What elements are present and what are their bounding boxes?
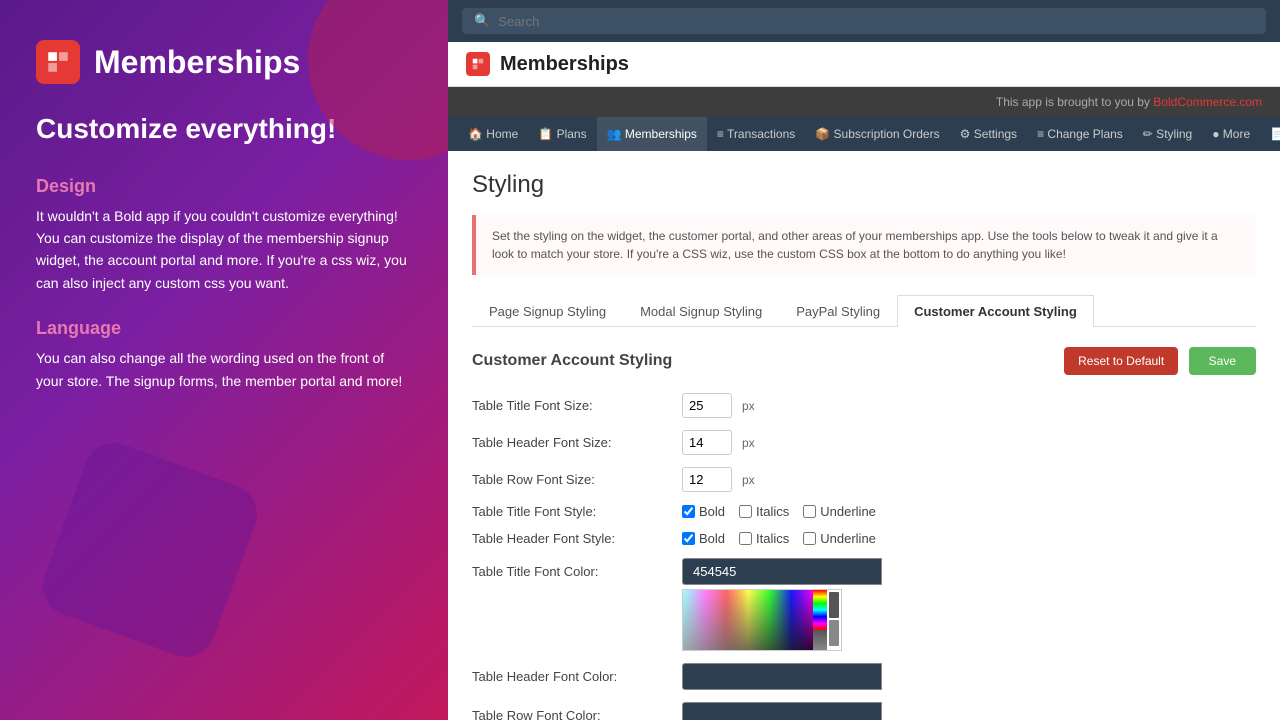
table-header-font-style-label: Table Header Font Style: <box>472 531 672 546</box>
language-section-body: You can also change all the wording used… <box>36 347 412 392</box>
nav-item-memberships[interactable]: 👥 Memberships <box>597 117 707 151</box>
table-title-font-color-row: Table Title Font Color: <box>472 558 1256 585</box>
section-name: Customer Account Styling <box>472 352 672 370</box>
swatch-dark[interactable] <box>829 592 839 618</box>
info-text: Set the styling on the widget, the custo… <box>492 229 1218 261</box>
color-hue-slider[interactable] <box>813 590 827 650</box>
header-italics-label[interactable]: Italics <box>739 531 789 546</box>
header-italics-checkbox[interactable] <box>739 532 752 545</box>
table-header-font-style-row: Table Header Font Style: Bold Italics Un… <box>472 531 1256 546</box>
nav-item-home[interactable]: 🏠 Home <box>458 117 528 151</box>
table-title-font-style-label: Table Title Font Style: <box>472 504 672 519</box>
table-title-font-size-row: Table Title Font Size: px <box>472 393 1256 418</box>
save-button[interactable]: Save <box>1189 347 1256 375</box>
title-underline-checkbox[interactable] <box>803 505 816 518</box>
title-underline-label[interactable]: Underline <box>803 504 876 519</box>
nav-item-plans[interactable]: 📋 Plans <box>528 117 596 151</box>
table-header-font-size-label: Table Header Font Size: <box>472 435 672 450</box>
table-title-font-style-group: Bold Italics Underline <box>682 504 876 519</box>
tab-paypal[interactable]: PayPal Styling <box>779 295 897 327</box>
table-title-font-size-label: Table Title Font Size: <box>472 398 672 413</box>
logo-row: Memberships <box>36 40 412 84</box>
table-row-font-color-row: Table Row Font Color: <box>472 702 1256 720</box>
row-color-text-input[interactable] <box>682 702 882 720</box>
table-header-font-size-input[interactable] <box>682 430 732 455</box>
bold-commerce-link[interactable]: BoldCommerce.com <box>1153 95 1262 109</box>
tabs: Page Signup Styling Modal Signup Styling… <box>472 295 1256 327</box>
app-header: Memberships <box>448 42 1280 87</box>
nav-item-more[interactable]: ● More <box>1202 117 1260 151</box>
title-italics-checkbox[interactable] <box>739 505 752 518</box>
nav-item-subscription-orders[interactable]: 📦 Subscription Orders <box>805 117 949 151</box>
swatch-mid[interactable] <box>829 620 839 646</box>
nav-item-styling[interactable]: ✏ Styling <box>1133 117 1202 151</box>
reset-button[interactable]: Reset to Default <box>1064 347 1178 375</box>
header-underline-checkbox[interactable] <box>803 532 816 545</box>
language-section-title: Language <box>36 318 412 339</box>
table-header-font-color-row: Table Header Font Color: <box>472 663 1256 690</box>
search-bar: 🔍 <box>448 0 1280 42</box>
row-color-input-wrap <box>682 702 882 720</box>
logo-icon <box>36 40 80 84</box>
color-swatches <box>827 590 841 650</box>
header-bold-label[interactable]: Bold <box>682 531 725 546</box>
tab-modal-signup[interactable]: Modal Signup Styling <box>623 295 779 327</box>
search-input-wrap: 🔍 <box>462 8 1266 34</box>
left-app-title: Memberships <box>94 44 300 81</box>
color-picker[interactable] <box>682 589 842 651</box>
nav-item-settings[interactable]: ⚙ Settings <box>950 117 1027 151</box>
table-title-font-size-input[interactable] <box>682 393 732 418</box>
tab-customer-account[interactable]: Customer Account Styling <box>897 295 1094 327</box>
tagline: Customize everything! <box>36 112 412 146</box>
design-section-body: It wouldn't a Bold app if you couldn't c… <box>36 205 412 295</box>
table-row-font-size-unit: px <box>742 473 755 487</box>
table-row-font-size-label: Table Row Font Size: <box>472 472 672 487</box>
header-color-text-input[interactable] <box>682 663 882 690</box>
nav-item-change-plans[interactable]: ≡ Change Plans <box>1027 117 1133 151</box>
header-bold-checkbox[interactable] <box>682 532 695 545</box>
title-italics-label[interactable]: Italics <box>739 504 789 519</box>
search-icon: 🔍 <box>474 13 490 29</box>
section-header: Customer Account Styling Reset to Defaul… <box>472 347 1256 375</box>
header-underline-label[interactable]: Underline <box>803 531 876 546</box>
table-row-font-color-label: Table Row Font Color: <box>472 708 672 720</box>
title-color-text-input[interactable] <box>682 558 882 585</box>
table-title-font-size-unit: px <box>742 399 755 413</box>
bold-banner: This app is brought to you by BoldCommer… <box>448 87 1280 117</box>
table-header-font-style-group: Bold Italics Underline <box>682 531 876 546</box>
table-row-font-size-row: Table Row Font Size: px <box>472 467 1256 492</box>
app-header-title: Memberships <box>500 53 629 76</box>
table-header-font-size-unit: px <box>742 436 755 450</box>
info-box: Set the styling on the widget, the custo… <box>472 215 1256 275</box>
color-gradient-area[interactable] <box>683 590 813 650</box>
action-buttons: Reset to Default Save <box>1064 347 1256 375</box>
table-header-font-color-label: Table Header Font Color: <box>472 669 672 684</box>
table-row-font-size-input[interactable] <box>682 467 732 492</box>
app-header-icon <box>466 52 490 76</box>
table-title-font-style-row: Table Title Font Style: Bold Italics Und… <box>472 504 1256 519</box>
left-panel: Memberships Customize everything! Design… <box>0 0 448 720</box>
page-title: Styling <box>472 171 1256 199</box>
nav-item-terms[interactable]: 📄 Terms And Conditions <box>1260 117 1280 151</box>
title-bold-label[interactable]: Bold <box>682 504 725 519</box>
table-title-font-color-label: Table Title Font Color: <box>472 564 672 579</box>
nav-bar: 🏠 Home 📋 Plans 👥 Memberships ≡ Transacti… <box>448 117 1280 151</box>
table-header-font-size-row: Table Header Font Size: px <box>472 430 1256 455</box>
header-color-input-wrap <box>682 663 882 690</box>
title-bold-checkbox[interactable] <box>682 505 695 518</box>
nav-item-transactions[interactable]: ≡ Transactions <box>707 117 805 151</box>
main-content: Styling Set the styling on the widget, t… <box>448 151 1280 720</box>
search-input[interactable] <box>498 14 1254 29</box>
tab-page-signup[interactable]: Page Signup Styling <box>472 295 623 327</box>
title-color-input-wrap <box>682 558 882 585</box>
design-section-title: Design <box>36 176 412 197</box>
right-panel: 🔍 Memberships This app is brought to you… <box>448 0 1280 720</box>
bold-banner-text: This app is brought to you by BoldCommer… <box>996 95 1262 109</box>
